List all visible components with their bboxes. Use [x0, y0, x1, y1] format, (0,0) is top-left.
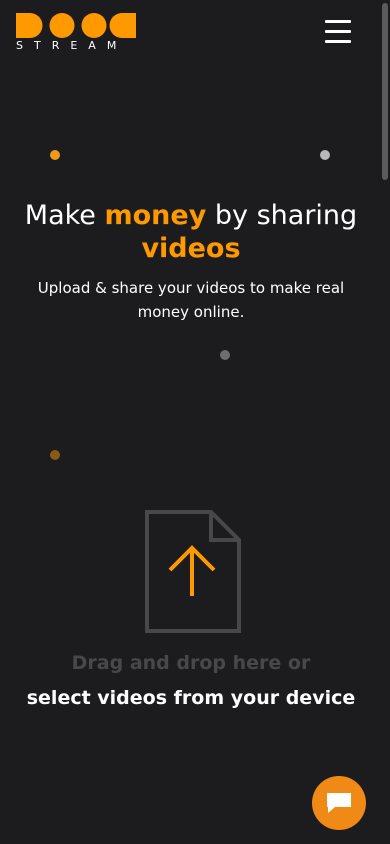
decorative-dot	[50, 150, 60, 160]
hero-subtitle: Upload & share your videos to make real …	[37, 279, 345, 321]
scrollbar-thumb[interactable]	[382, 3, 388, 180]
hero-title-highlight: videos	[141, 233, 241, 264]
logo-wordmark: STREAM	[16, 39, 128, 52]
chat-button[interactable]	[312, 776, 366, 830]
hero-title: Make money by sharing videos	[0, 199, 382, 265]
select-videos-link[interactable]: select videos from your device	[0, 684, 382, 712]
hero-title-text: Make	[24, 200, 105, 231]
drag-drop-text: Drag and drop here or	[71, 652, 311, 674]
decorative-dot	[320, 150, 330, 160]
page: STREAM Make money by sharing videos Uplo…	[0, 0, 390, 844]
file-upload-icon	[145, 510, 241, 633]
decorative-dot	[50, 450, 60, 460]
doodstream-logo[interactable]: STREAM	[16, 13, 136, 53]
hero-title-text: by sharing	[206, 200, 358, 231]
logo-mark-icon	[16, 13, 136, 38]
hero-title-highlight: money	[104, 200, 207, 231]
decorative-dot	[220, 350, 230, 360]
chat-bubble-icon	[327, 793, 351, 813]
upload-dropzone[interactable]: Drag and drop here or select videos from…	[0, 500, 382, 730]
hamburger-menu-icon[interactable]	[322, 18, 352, 46]
